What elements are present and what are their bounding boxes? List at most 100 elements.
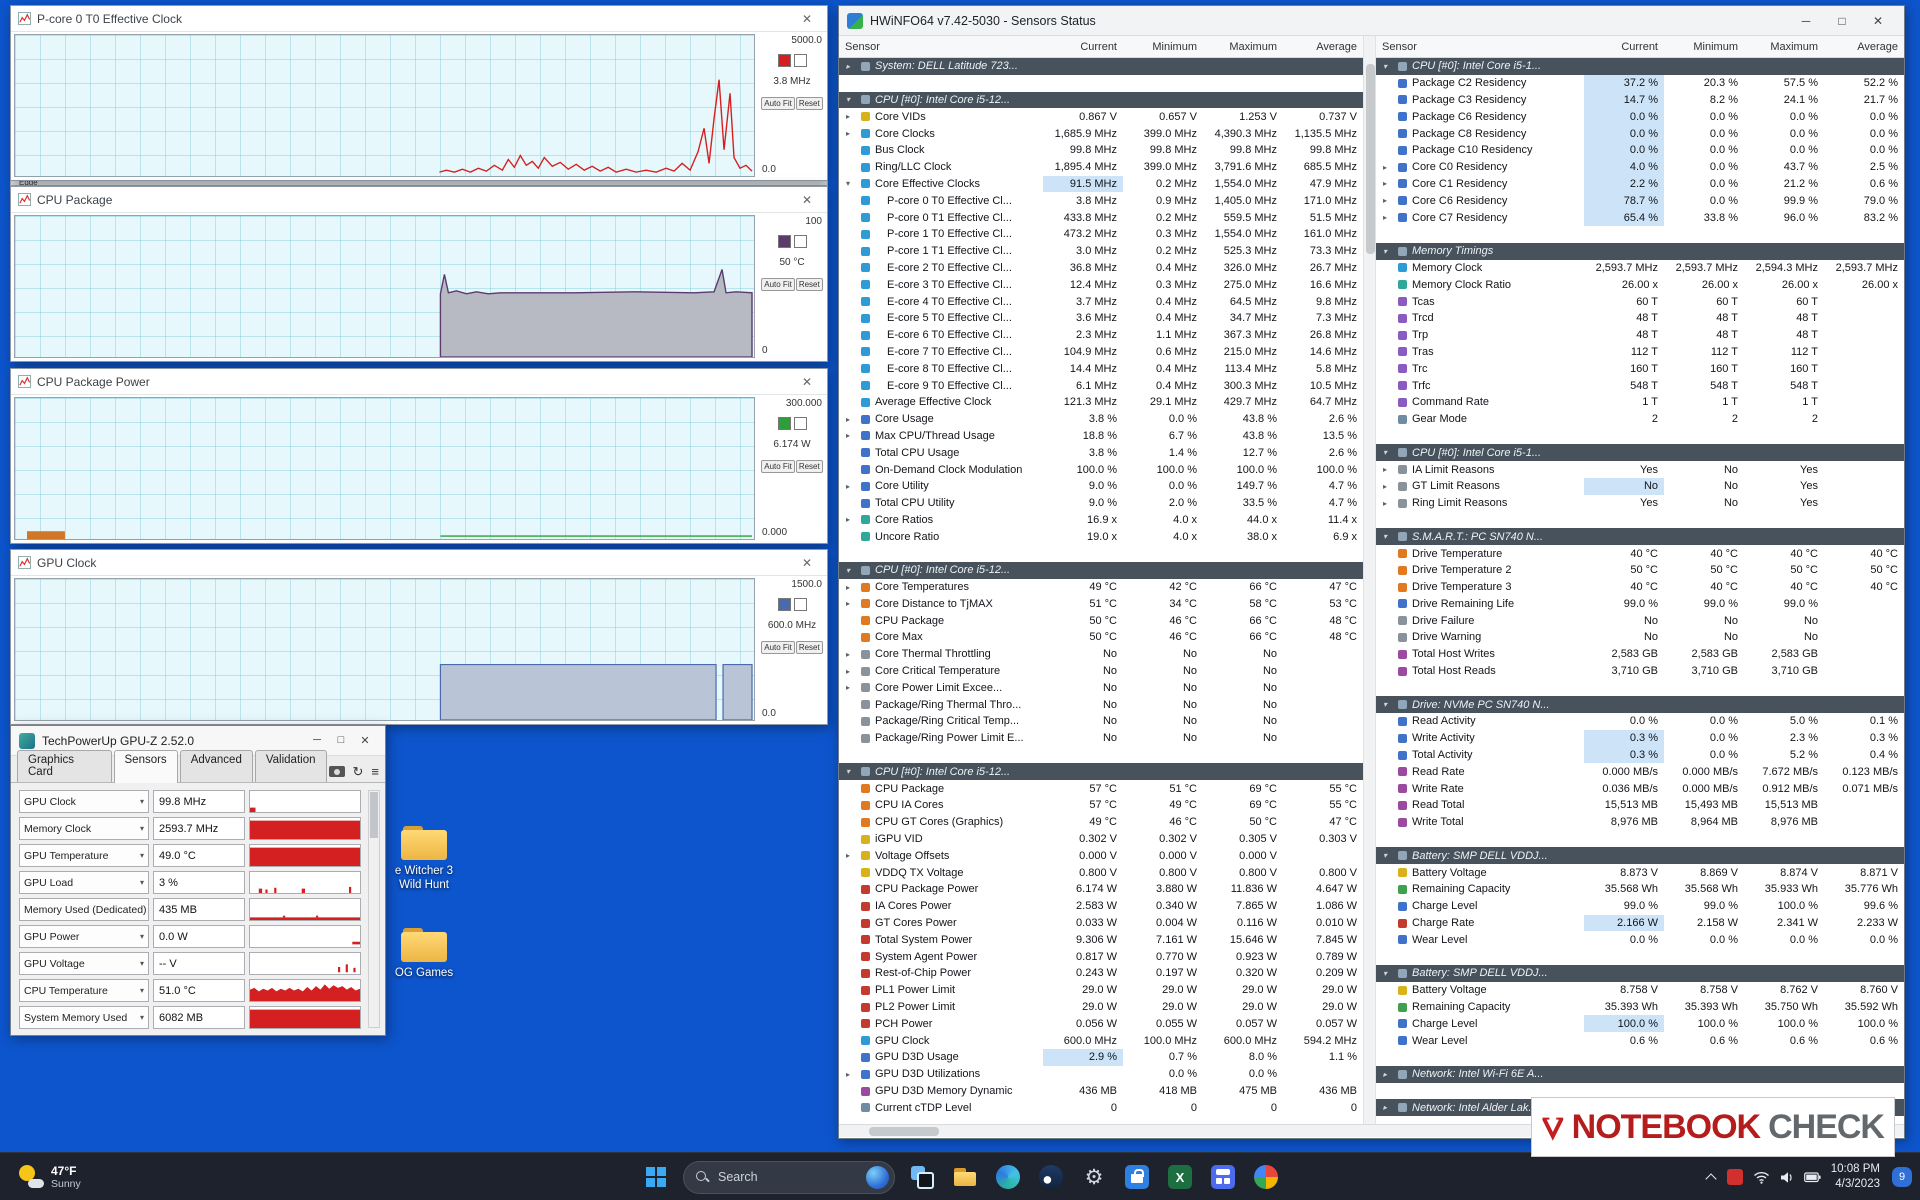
wifi-icon[interactable] bbox=[1753, 1171, 1770, 1184]
sensor-group-row[interactable]: ▾Drive: NVMe PC SN740 N... bbox=[1376, 696, 1904, 713]
background-color-swatch[interactable] bbox=[794, 417, 807, 430]
sensor-row[interactable]: Ring/LLC Clock1,895.4 MHz399.0 MHz3,791.… bbox=[839, 159, 1363, 176]
expand-arrow-icon[interactable]: ▾ bbox=[839, 95, 857, 104]
sensor-row[interactable]: ▸Core C7 Residency65.4 %33.8 %96.0 %83.2… bbox=[1376, 209, 1904, 226]
hwinfo-tray-icon[interactable] bbox=[1727, 1169, 1743, 1185]
tab-graphics-card[interactable]: Graphics Card bbox=[17, 750, 112, 782]
expand-arrow-icon[interactable]: ▾ bbox=[1376, 448, 1394, 457]
close-icon[interactable]: ✕ bbox=[1860, 7, 1896, 35]
sensor-row[interactable]: Package C6 Residency0.0 %0.0 %0.0 %0.0 % bbox=[1376, 108, 1904, 125]
sensor-group-row[interactable]: ▾Memory Timings bbox=[1376, 243, 1904, 260]
sensor-group-row[interactable]: ▾CPU [#0]: Intel Core i5-12... bbox=[839, 562, 1363, 579]
sensor-row[interactable]: ▸Core Clocks1,685.9 MHz399.0 MHz4,390.3 … bbox=[839, 125, 1363, 142]
sensor-row[interactable]: ▸Core C1 Residency2.2 %0.0 %21.2 %0.6 % bbox=[1376, 176, 1904, 193]
expand-arrow-icon[interactable]: ▸ bbox=[839, 599, 857, 608]
sensor-row[interactable]: Write Rate0.036 MB/s0.000 MB/s0.912 MB/s… bbox=[1376, 780, 1904, 797]
reset-button[interactable]: Reset bbox=[796, 460, 823, 473]
expand-arrow-icon[interactable]: ▸ bbox=[1376, 196, 1394, 205]
sensor-row[interactable]: CPU GT Cores (Graphics)49 °C46 °C50 °C47… bbox=[839, 814, 1363, 831]
sensor-row[interactable]: GT Cores Power0.033 W0.004 W0.116 W0.010… bbox=[839, 915, 1363, 932]
expand-arrow-icon[interactable]: ▸ bbox=[839, 62, 857, 71]
sensor-row[interactable]: Rest-of-Chip Power0.243 W0.197 W0.320 W0… bbox=[839, 965, 1363, 982]
sensor-row[interactable]: Drive Remaining Life99.0 %99.0 %99.0 % bbox=[1376, 596, 1904, 613]
sensor-row[interactable]: Trcd48 T48 T48 T bbox=[1376, 310, 1904, 327]
sensor-row[interactable]: ▸Voltage Offsets0.000 V0.000 V0.000 V bbox=[839, 847, 1363, 864]
sensor-select[interactable]: CPU Temperature▾ bbox=[19, 979, 149, 1002]
sensor-row[interactable]: ▸Core Power Limit Excee...NoNoNo bbox=[839, 679, 1363, 696]
tray-overflow-chevron-icon[interactable] bbox=[1706, 1172, 1717, 1183]
sensor-row[interactable]: Gear Mode222 bbox=[1376, 411, 1904, 428]
sensor-row[interactable]: E-core 5 T0 Effective Cl...3.6 MHz0.4 MH… bbox=[839, 310, 1363, 327]
expand-arrow-icon[interactable]: ▸ bbox=[839, 129, 857, 138]
auto-fit-button[interactable]: Auto Fit bbox=[761, 460, 795, 473]
expand-arrow-icon[interactable]: ▾ bbox=[1376, 700, 1394, 709]
sensor-select[interactable]: GPU Power▾ bbox=[19, 925, 149, 948]
sensor-row[interactable]: ▸Core Utility9.0 %0.0 %149.7 %4.7 % bbox=[839, 478, 1363, 495]
sensor-group-row[interactable]: ▾Battery: SMP DELL VDDJ... bbox=[1376, 847, 1904, 864]
sensor-group-row[interactable]: ▾CPU [#0]: Intel Core i5-12... bbox=[839, 92, 1363, 109]
sensor-row[interactable]: ▸Core Usage3.8 %0.0 %43.8 %2.6 % bbox=[839, 411, 1363, 428]
maximize-icon[interactable]: □ bbox=[1824, 7, 1860, 35]
auto-fit-button[interactable]: Auto Fit bbox=[761, 641, 795, 654]
reset-button[interactable]: Reset bbox=[796, 97, 823, 110]
sensor-row[interactable]: Charge Rate2.166 W2.158 W2.341 W2.233 W bbox=[1376, 915, 1904, 932]
excel-button[interactable] bbox=[1160, 1156, 1200, 1198]
restore-icon[interactable]: □ bbox=[329, 734, 353, 747]
sensor-row[interactable]: Drive FailureNoNoNo bbox=[1376, 612, 1904, 629]
reset-button[interactable]: Reset bbox=[796, 278, 823, 291]
expand-arrow-icon[interactable]: ▸ bbox=[1376, 1070, 1394, 1079]
sensor-row[interactable]: E-core 6 T0 Effective Cl...2.3 MHz1.1 MH… bbox=[839, 327, 1363, 344]
expand-arrow-icon[interactable]: ▸ bbox=[1376, 499, 1394, 508]
expand-arrow-icon[interactable]: ▸ bbox=[839, 667, 857, 676]
sensor-row[interactable]: ▸Ring Limit ReasonsYesNoYes bbox=[1376, 495, 1904, 512]
expand-arrow-icon[interactable]: ▸ bbox=[839, 431, 857, 440]
expand-arrow-icon[interactable]: ▾ bbox=[1376, 247, 1394, 256]
sensor-group-row[interactable]: ▾CPU [#0]: Intel Core i5-12... bbox=[839, 763, 1363, 780]
sensor-row[interactable]: Total Host Reads3,710 GB3,710 GB3,710 GB bbox=[1376, 663, 1904, 680]
menu-icon[interactable]: ≡ bbox=[371, 765, 379, 778]
sensor-row[interactable]: ▸GPU D3D Utilizations0.0 %0.0 % bbox=[839, 1066, 1363, 1083]
sensor-row[interactable]: CPU IA Cores57 °C49 °C69 °C55 °C bbox=[839, 797, 1363, 814]
calculator-button[interactable] bbox=[1203, 1156, 1243, 1198]
sensor-row[interactable]: Total Host Writes2,583 GB2,583 GB2,583 G… bbox=[1376, 646, 1904, 663]
sensor-row[interactable]: Charge Level99.0 %99.0 %100.0 %99.6 % bbox=[1376, 898, 1904, 915]
sensor-row[interactable]: Package C8 Residency0.0 %0.0 %0.0 %0.0 % bbox=[1376, 125, 1904, 142]
sensor-row[interactable]: Total Activity0.3 %0.0 %5.2 %0.4 % bbox=[1376, 747, 1904, 764]
sensor-select[interactable]: GPU Load▾ bbox=[19, 871, 149, 894]
expand-arrow-icon[interactable]: ▸ bbox=[1376, 482, 1394, 491]
steam-button[interactable] bbox=[1031, 1156, 1071, 1198]
start-button[interactable] bbox=[636, 1156, 676, 1198]
sensor-row[interactable]: ▸Core Thermal ThrottlingNoNoNo bbox=[839, 646, 1363, 663]
sensor-row[interactable]: Total CPU Usage3.8 %1.4 %12.7 %2.6 % bbox=[839, 444, 1363, 461]
sensor-row[interactable]: On-Demand Clock Modulation100.0 %100.0 %… bbox=[839, 461, 1363, 478]
expand-arrow-icon[interactable]: ▾ bbox=[1376, 851, 1394, 860]
graph-window-titlebar[interactable]: CPU Package ✕ bbox=[11, 187, 827, 213]
minimize-icon[interactable]: ─ bbox=[305, 734, 329, 747]
sensor-row[interactable]: Write Activity0.3 %0.0 %2.3 %0.3 % bbox=[1376, 730, 1904, 747]
sensor-row[interactable]: Bus Clock99.8 MHz99.8 MHz99.8 MHz99.8 MH… bbox=[839, 142, 1363, 159]
sensor-row[interactable]: System Agent Power0.817 W0.770 W0.923 W0… bbox=[839, 948, 1363, 965]
sensor-row[interactable]: Tras112 T112 T112 T bbox=[1376, 344, 1904, 361]
sensor-row[interactable]: ▸Core Critical TemperatureNoNoNo bbox=[839, 663, 1363, 680]
sensor-row[interactable]: PL1 Power Limit29.0 W29.0 W29.0 W29.0 W bbox=[839, 982, 1363, 999]
hwinfo-vertical-scrollbar[interactable] bbox=[1363, 36, 1376, 1124]
camera-icon[interactable] bbox=[329, 766, 345, 777]
sensor-row[interactable]: PCH Power0.056 W0.055 W0.057 W0.057 W bbox=[839, 1015, 1363, 1032]
expand-arrow-icon[interactable]: ▸ bbox=[839, 515, 857, 524]
sensor-row[interactable]: Battery Voltage8.873 V8.869 V8.874 V8.87… bbox=[1376, 864, 1904, 881]
sensor-row[interactable]: Package/Ring Power Limit E...NoNoNo bbox=[839, 730, 1363, 747]
sensor-row[interactable]: Total CPU Utility9.0 %2.0 %33.5 %4.7 % bbox=[839, 495, 1363, 512]
edge-button[interactable] bbox=[988, 1156, 1028, 1198]
sensor-group-row[interactable]: ▾CPU [#0]: Intel Core i5-1... bbox=[1376, 444, 1904, 461]
sensor-row[interactable]: Memory Clock2,593.7 MHz2,593.7 MHz2,594.… bbox=[1376, 260, 1904, 277]
sensor-row[interactable]: ▸Max CPU/Thread Usage18.8 %6.7 %43.8 %13… bbox=[839, 428, 1363, 445]
sensor-row[interactable]: CPU Package50 °C46 °C66 °C48 °C bbox=[839, 612, 1363, 629]
refresh-icon[interactable]: ↻ bbox=[353, 765, 364, 778]
expand-arrow-icon[interactable]: ▸ bbox=[839, 1070, 857, 1079]
sensor-row[interactable]: Package/Ring Thermal Thro...NoNoNo bbox=[839, 696, 1363, 713]
expand-arrow-icon[interactable]: ▸ bbox=[1376, 465, 1394, 474]
sensor-row[interactable]: ▸Core VIDs0.867 V0.657 V1.253 V0.737 V bbox=[839, 108, 1363, 125]
sensor-row[interactable]: CPU Package Power6.174 W3.880 W11.836 W4… bbox=[839, 881, 1363, 898]
sensor-select[interactable]: GPU Clock▾ bbox=[19, 790, 149, 813]
sensor-row[interactable]: Total System Power9.306 W7.161 W15.646 W… bbox=[839, 931, 1363, 948]
